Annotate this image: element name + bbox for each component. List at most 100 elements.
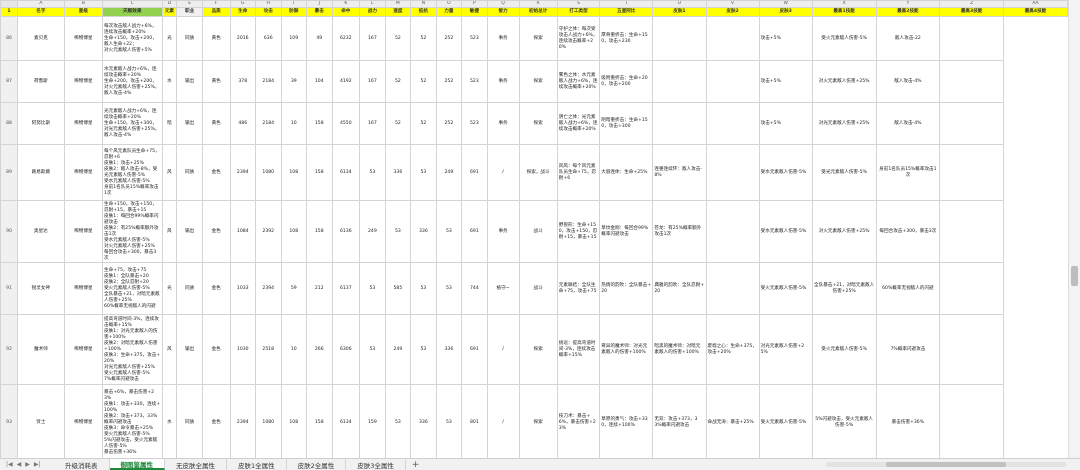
table-cell[interactable] bbox=[939, 60, 1004, 103]
table-cell[interactable]: 黄色 bbox=[201, 60, 231, 103]
table-cell[interactable]: 输出 bbox=[176, 60, 203, 103]
table-cell[interactable]: 2394 bbox=[229, 144, 256, 201]
table-cell[interactable]: 稀物博星 bbox=[63, 16, 104, 61]
table-cell[interactable]: 249 bbox=[384, 314, 412, 385]
column-header[interactable]: 力量 bbox=[435, 7, 463, 17]
column-letter[interactable]: V bbox=[705, 0, 760, 8]
table-cell[interactable]: 523 bbox=[461, 16, 488, 61]
table-cell[interactable]: 雾色之体：水元素敌人战力+6%，连续攻击概率+20% bbox=[556, 60, 601, 103]
table-cell[interactable]: 敌人攻击-4% bbox=[875, 60, 941, 103]
table-cell[interactable]: 52 bbox=[410, 60, 437, 103]
table-cell[interactable]: 无双：攻击+373，33%概率闪避攻击 bbox=[652, 384, 707, 460]
table-cell[interactable]: 暗 bbox=[161, 102, 178, 145]
table-cell[interactable] bbox=[939, 102, 1004, 145]
table-cell[interactable]: 108 bbox=[280, 144, 307, 201]
table-cell[interactable]: 光 bbox=[161, 16, 178, 61]
table-cell[interactable]: 攻击+5% bbox=[758, 102, 813, 145]
table-cell[interactable]: 荷鲁斯 bbox=[17, 60, 65, 103]
table-cell[interactable]: 691 bbox=[461, 200, 488, 263]
table-cell[interactable]: 苍龙：有25%概率额外攻击1次 bbox=[652, 200, 707, 263]
table-cell[interactable]: 212 bbox=[306, 262, 333, 315]
row-number[interactable]: 89 bbox=[0, 144, 18, 201]
column-header[interactable]: 元素 bbox=[161, 7, 178, 17]
table-cell[interactable]: 稀物博星 bbox=[63, 102, 104, 145]
table-cell[interactable]: 生命+75，攻击+75 皮肤1：全队暴击+20 皮肤2：全队忍耐+20 受火元素… bbox=[102, 262, 163, 315]
table-cell[interactable]: 稀物博星 bbox=[63, 144, 104, 201]
column-header[interactable]: 皮肤1 bbox=[652, 7, 707, 17]
table-cell[interactable]: 奇异的魔术师：对光元素敌人的伤害+100% bbox=[599, 314, 654, 385]
table-cell[interactable]: 691 bbox=[461, 144, 488, 201]
table-cell[interactable]: 金色 bbox=[201, 200, 231, 263]
table-cell[interactable]: 53 bbox=[410, 314, 437, 385]
column-header[interactable]: 打工类型 bbox=[556, 7, 601, 17]
table-cell[interactable]: 探索 bbox=[518, 314, 558, 385]
table-cell[interactable]: 691 bbox=[461, 314, 488, 385]
table-cell[interactable]: 10 bbox=[280, 314, 307, 385]
table-cell[interactable]: 同质 bbox=[176, 16, 203, 61]
table-cell[interactable]: 对光元素敌人伤害+25% bbox=[811, 102, 877, 145]
table-cell[interactable]: 敌人攻击-4% bbox=[875, 102, 941, 145]
column-letter[interactable]: L bbox=[359, 0, 386, 8]
column-letter[interactable]: Z bbox=[939, 0, 1004, 8]
column-header[interactable]: 速度 bbox=[384, 7, 412, 17]
table-cell[interactable]: 草原的勇气：攻击+330，连续+100% bbox=[599, 384, 654, 460]
table-cell[interactable]: 事务 bbox=[486, 200, 520, 263]
table-cell[interactable]: 风 bbox=[161, 144, 178, 201]
table-cell[interactable]: 53 bbox=[359, 262, 386, 315]
table-cell[interactable]: 攻击+5% bbox=[758, 16, 813, 61]
tab-skin1-attributes[interactable]: 皮肤1全属性 bbox=[227, 459, 287, 470]
column-letter[interactable]: A bbox=[17, 0, 65, 8]
table-cell[interactable]: 158 bbox=[306, 200, 333, 263]
table-cell[interactable]: 风风：每个风元素队员生命+75，忍耐+6 bbox=[556, 144, 601, 201]
table-cell[interactable]: 104 bbox=[306, 60, 333, 103]
table-cell[interactable]: 523 bbox=[461, 60, 488, 103]
table-cell[interactable]: 266 bbox=[306, 314, 333, 385]
column-header[interactable]: 敏捷 bbox=[461, 7, 488, 17]
table-cell[interactable]: 同质 bbox=[176, 144, 203, 201]
table-cell[interactable]: 1080 bbox=[255, 384, 282, 460]
column-letter[interactable]: W bbox=[758, 0, 813, 8]
table-cell[interactable]: 输出 bbox=[176, 314, 203, 385]
tab-upgrade-cost[interactable]: 升级消耗表 bbox=[54, 459, 110, 470]
table-cell[interactable]: 素贝克 bbox=[17, 16, 65, 61]
column-letter[interactable]: K bbox=[331, 0, 361, 8]
table-cell[interactable]: 风 bbox=[161, 200, 178, 263]
table-cell[interactable]: 事务 bbox=[486, 16, 520, 61]
column-header[interactable]: 皮肤3 bbox=[758, 7, 813, 17]
table-cell[interactable]: 连婆连续环：敌人攻击-8% bbox=[652, 144, 707, 201]
table-cell[interactable]: 暗黑的魔术师：对暗元素敌人的伤害+100% bbox=[652, 314, 707, 385]
table-cell[interactable]: 10 bbox=[280, 102, 307, 145]
table-cell[interactable] bbox=[705, 60, 760, 103]
column-letter[interactable]: O bbox=[435, 0, 463, 8]
table-cell[interactable]: 黄色 bbox=[201, 102, 231, 145]
column-header[interactable]: 战力 bbox=[359, 7, 386, 17]
column-header[interactable]: 皮肤2 bbox=[705, 7, 760, 17]
column-header[interactable]: 暴击 bbox=[306, 7, 333, 17]
table-cell[interactable]: 167 bbox=[359, 102, 386, 145]
table-cell[interactable]: 249 bbox=[359, 200, 386, 263]
table-cell[interactable]: 523 bbox=[461, 102, 488, 145]
column-letter[interactable]: U bbox=[652, 0, 707, 8]
table-cell[interactable]: 阿努比斯 bbox=[17, 102, 65, 145]
table-cell[interactable]: 挑逗：提高弯道时间-3%，连续攻击概率+15% bbox=[556, 314, 601, 385]
tab-no-skin-attributes[interactable]: 无皮肤全属性 bbox=[165, 459, 227, 470]
table-cell[interactable]: 6232 bbox=[331, 16, 361, 61]
column-letter[interactable]: J bbox=[306, 0, 333, 8]
table-cell[interactable]: 黄色 bbox=[201, 16, 231, 61]
table-cell[interactable]: 108 bbox=[280, 200, 307, 263]
column-header[interactable]: 命中 bbox=[331, 7, 361, 17]
tab-illustrated-attributes[interactable]: 御图鉴属性 bbox=[109, 459, 165, 470]
table-cell[interactable]: 4550 bbox=[331, 102, 361, 145]
row-number[interactable]: 91 bbox=[0, 262, 18, 315]
table-cell[interactable]: 事务 bbox=[486, 102, 520, 145]
table-cell[interactable]: 对火元素敌人伤害+25% bbox=[811, 60, 877, 103]
table-cell[interactable]: 光 bbox=[161, 262, 178, 315]
table-cell[interactable] bbox=[705, 262, 760, 315]
table-cell[interactable]: 252 bbox=[435, 16, 463, 61]
table-cell[interactable]: 暴击伤害+36% bbox=[875, 384, 941, 460]
table-cell[interactable]: 167 bbox=[359, 16, 386, 61]
table-cell[interactable]: 每个风元素队员生命+75，忍耐+6 皮肤1：攻击+25% 皮肤2：敌人攻击-8%… bbox=[102, 144, 163, 201]
table-cell[interactable]: 53 bbox=[410, 262, 437, 315]
column-header[interactable]: 最高1技能 bbox=[811, 7, 877, 17]
table-cell[interactable]: 稀物博星 bbox=[63, 314, 104, 385]
